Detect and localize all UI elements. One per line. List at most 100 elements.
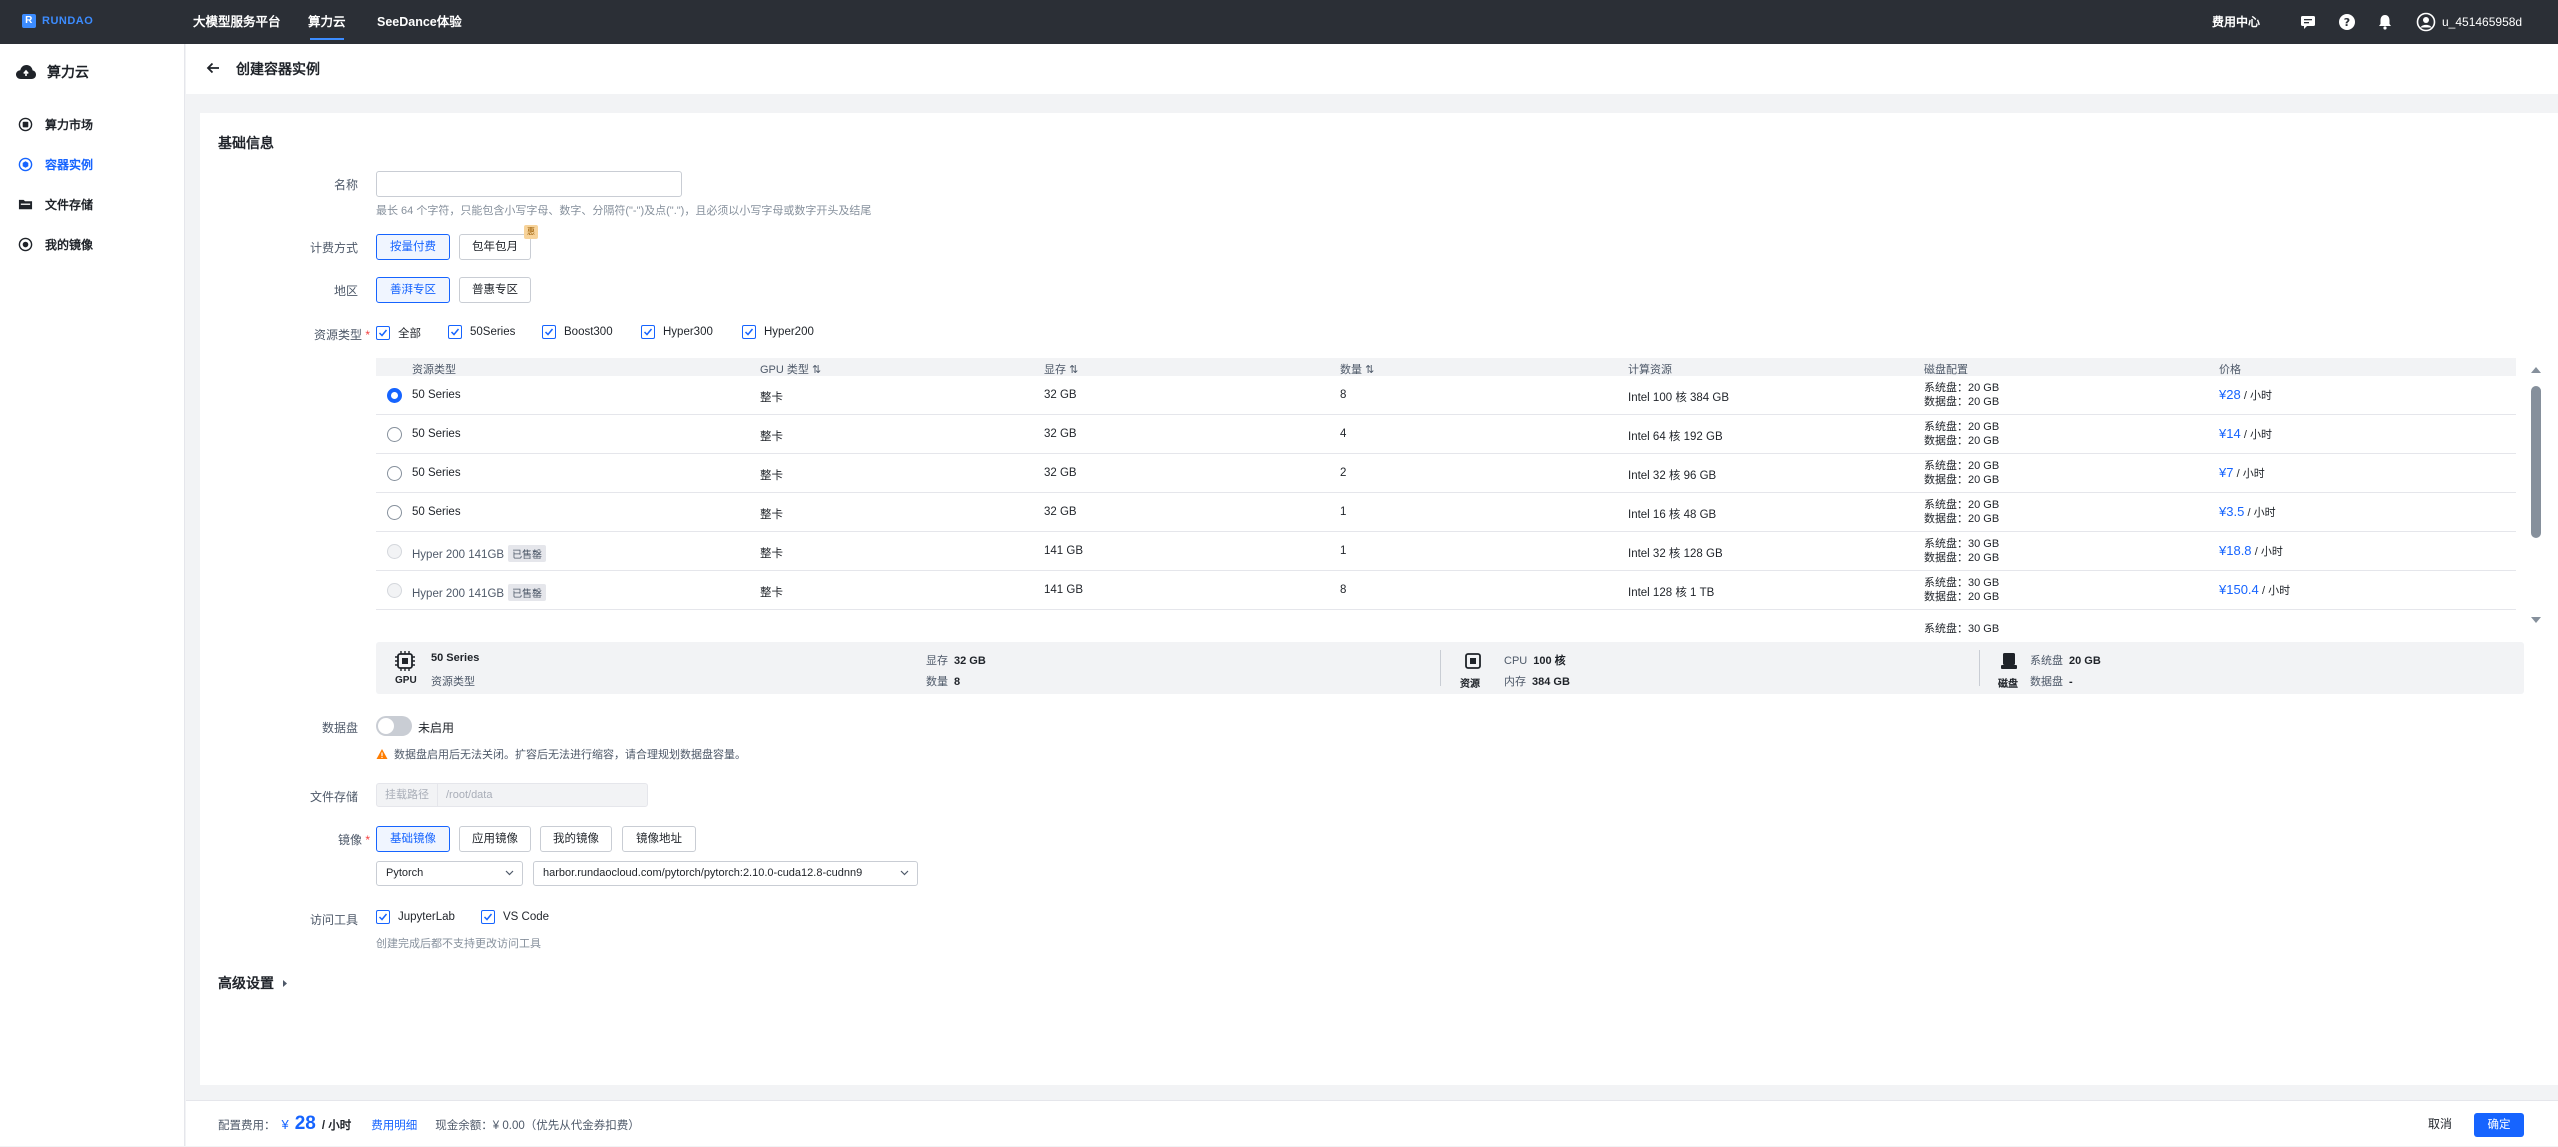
scroll-up-icon[interactable] — [2530, 366, 2542, 374]
sidebar: 算力云 算力市场 容器实例 文件存储 我的镜像 — [0, 44, 185, 1146]
row-radio[interactable] — [387, 427, 402, 442]
billing-subscription-button[interactable]: 包年包月 — [459, 234, 531, 260]
table-row[interactable]: 50 Series 整卡 32 GB 4 Intel 64 核 192 GB 系统盘：20… — [376, 415, 2516, 454]
nav-compute-cloud[interactable]: 算力云 — [308, 0, 346, 44]
sidebar-item-label: 算力市场 — [45, 118, 94, 132]
sys-disk-value: 20 GB — [1968, 499, 2000, 511]
filter-50series-checkbox[interactable]: 50Series — [448, 325, 515, 339]
logo[interactable]: R RUNDAO — [22, 14, 93, 28]
chevron-down-icon — [505, 870, 514, 876]
help-icon[interactable]: ? — [2337, 12, 2357, 32]
cell-disk: 系统盘：30 GB 数据盘：20 GB — [1924, 576, 1999, 604]
gpu-chip-icon — [394, 650, 416, 672]
nav-seedance[interactable]: SeeDance体验 — [377, 0, 462, 44]
table-row-partial: 系统盘：30 GB — [376, 616, 2516, 638]
footer-price: 28 — [294, 1113, 316, 1134]
sidebar-item-market[interactable]: 算力市场 — [18, 116, 93, 133]
storage-path-field: 挂载路径 /root/data — [376, 783, 648, 807]
sidebar-item-storage[interactable]: 文件存储 — [18, 196, 93, 213]
billing-pay-as-you-go-button[interactable]: 按量付费 — [376, 234, 450, 260]
scroll-down-icon[interactable] — [2530, 616, 2542, 624]
table-header: 资源类型 GPU 类型 ⇅ 显存 ⇅ 数量 ⇅ 计算资源 磁盘配置 价格 — [376, 358, 2516, 376]
cell-vram: 32 GB — [1044, 506, 1077, 518]
price-unit: / 小时 — [2261, 585, 2291, 597]
top-navbar: R RUNDAO 大模型服务平台 算力云 SeeDance体验 费用中心 ? u… — [0, 0, 2558, 44]
username[interactable]: u_451465958d — [2442, 0, 2522, 44]
region-label: 地区 — [333, 284, 358, 298]
sidebar-item-images[interactable]: 我的镜像 — [18, 236, 93, 253]
data-disk: 数据盘：20 GB — [1924, 551, 1999, 565]
tools-hint: 创建完成后都不支持更改访问工具 — [376, 938, 541, 950]
price-unit: / 小时 — [2243, 429, 2273, 441]
framework-select[interactable]: Pytorch — [376, 861, 523, 886]
row-radio[interactable] — [387, 388, 402, 403]
cell-resource-type: 50 Series — [412, 506, 461, 518]
cell-resource-type: 50 Series — [412, 467, 461, 479]
table-row[interactable]: 50 Series 整卡 32 GB 2 Intel 32 核 96 GB 系统盘：20 … — [376, 454, 2516, 493]
datadisk-toggle[interactable] — [376, 716, 412, 736]
region-option-1[interactable]: 善湃专区 — [376, 277, 450, 303]
cell-gpu-type: 整卡 — [760, 470, 783, 482]
th-resource-type: 资源类型 — [412, 364, 456, 376]
image-tab-base[interactable]: 基础镜像 — [376, 826, 450, 852]
cost-detail-link[interactable]: 费用明细 — [371, 1117, 417, 1133]
nav-llm-platform[interactable]: 大模型服务平台 — [193, 0, 281, 44]
name-hint: 最长 64 个字符，只能包含小写字母、数字、分隔符("-")及点(".")，且必… — [376, 205, 872, 217]
filter-label: Hyper200 — [764, 326, 814, 338]
image-tab-mine[interactable]: 我的镜像 — [540, 826, 612, 852]
cell-resource-type: Hyper 200 141GB 已售罄 — [412, 584, 547, 601]
region-option-2[interactable]: 普惠专区 — [459, 277, 531, 303]
th-quantity[interactable]: 数量 ⇅ — [1340, 361, 1374, 377]
table-row[interactable]: Hyper 200 141GB 已售罄 整卡 141 GB 1 Intel 32 核 12… — [376, 532, 2516, 571]
data-disk-label: 数据盘： — [1924, 513, 1968, 525]
confirm-button[interactable]: 确定 — [2474, 1113, 2524, 1137]
resource-type-text: 50 Series — [412, 467, 461, 479]
table-row[interactable]: 50 Series 整卡 32 GB 8 Intel 100 核 384 GB 系统盘：2… — [376, 376, 2516, 415]
filter-hyper300-checkbox[interactable]: Hyper300 — [641, 325, 713, 339]
sys-disk-label: 系统盘： — [1924, 538, 1968, 550]
billing-center-link[interactable]: 费用中心 — [2212, 0, 2260, 44]
page-title: 创建容器实例 — [236, 61, 320, 77]
cell-compute: Intel 128 核 1 TB — [1628, 587, 1715, 599]
cell-price: ¥14 / 小时 — [2219, 426, 2272, 442]
disk-icon — [2000, 652, 2018, 670]
table-row[interactable]: 50 Series 整卡 32 GB 1 Intel 16 核 48 GB 系统盘：20 … — [376, 493, 2516, 532]
row-radio[interactable] — [387, 466, 402, 481]
image-select[interactable]: harbor.rundaocloud.com/pytorch/pytorch:2… — [533, 861, 918, 886]
th-vram[interactable]: 显存 ⇅ — [1044, 361, 1078, 377]
filter-boost300-checkbox[interactable]: Boost300 — [542, 325, 613, 339]
user-avatar-icon[interactable] — [2416, 12, 2436, 32]
filter-label: Hyper300 — [663, 326, 713, 338]
scrollbar-thumb[interactable] — [2531, 386, 2541, 538]
th-gpu-type[interactable]: GPU 类型 ⇅ — [760, 361, 821, 377]
resource-table: 资源类型 GPU 类型 ⇅ 显存 ⇅ 数量 ⇅ 计算资源 磁盘配置 价格 50 … — [376, 358, 2548, 638]
sidebar-item-container[interactable]: 容器实例 — [18, 156, 93, 173]
price-unit: / 小时 — [2236, 468, 2265, 480]
logo-mark-icon: R — [22, 14, 36, 28]
filter-all-checkbox[interactable]: 全部 — [376, 325, 421, 341]
image-tab-address[interactable]: 镜像地址 — [622, 826, 696, 852]
message-icon[interactable] — [2298, 12, 2318, 32]
tool-jupyterlab-checkbox[interactable]: JupyterLab — [376, 910, 455, 924]
th-label: 数量 — [1340, 364, 1362, 376]
image-tab-app[interactable]: 应用镜像 — [459, 826, 531, 852]
table-row[interactable]: Hyper 200 141GB 已售罄 整卡 141 GB 8 Intel 128 核 1… — [376, 571, 2516, 610]
back-arrow-icon[interactable] — [206, 61, 220, 75]
data-disk-value: 20 GB — [1968, 552, 2000, 564]
notification-bell-icon[interactable] — [2375, 12, 2395, 32]
th-label: 显存 — [1044, 364, 1066, 376]
filter-label: Boost300 — [564, 326, 613, 338]
row-radio[interactable] — [387, 505, 402, 520]
caret-right-icon — [282, 979, 288, 988]
row-radio — [387, 583, 402, 598]
cell-resource-type: Hyper 200 141GB 已售罄 — [412, 545, 547, 562]
advanced-settings-toggle[interactable]: 高级设置 — [218, 973, 288, 993]
checkbox-icon — [448, 325, 462, 339]
cancel-button[interactable]: 取消 — [2428, 1101, 2452, 1147]
filter-hyper200-checkbox[interactable]: Hyper200 — [742, 325, 814, 339]
tool-vscode-checkbox[interactable]: VS Code — [481, 910, 549, 924]
name-input[interactable] — [376, 171, 682, 197]
spec-value: 8 — [954, 676, 961, 688]
filter-label: 50Series — [470, 326, 516, 338]
table-scrollbar[interactable] — [2524, 358, 2548, 638]
